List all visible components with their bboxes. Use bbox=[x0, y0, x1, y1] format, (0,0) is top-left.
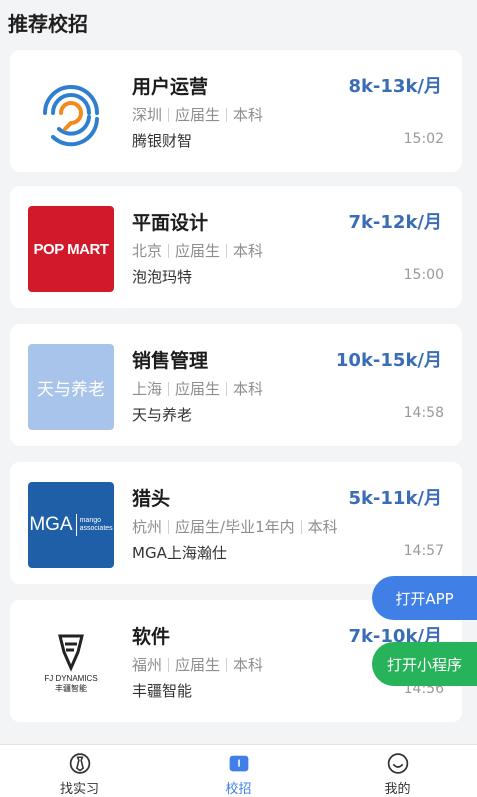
job-education: 本科 bbox=[307, 518, 338, 536]
job-education: 本科 bbox=[233, 242, 264, 260]
job-city: 北京 bbox=[132, 242, 163, 260]
bottom-tab-bar: 找实习 校招 我的 bbox=[0, 744, 477, 797]
job-title: 用户运营 bbox=[132, 76, 209, 98]
job-meta: 杭州 应届生/毕业1年内 本科 bbox=[132, 516, 338, 537]
job-salary: 10k-15k/月 bbox=[335, 350, 442, 371]
company-name: 天与养老 bbox=[132, 406, 193, 424]
job-city: 深圳 bbox=[132, 106, 163, 124]
meta-divider bbox=[226, 381, 228, 396]
company-name: 泡泡玛特 bbox=[132, 268, 193, 286]
popmart-logo: POP MART bbox=[28, 206, 114, 292]
meta-divider bbox=[226, 243, 228, 258]
company-name: 腾银财智 bbox=[132, 132, 193, 150]
meta-divider bbox=[300, 519, 302, 534]
logo-text: 天与养老 bbox=[37, 379, 105, 400]
job-degree-req: 应届生 bbox=[175, 106, 221, 124]
fj-emblem-icon bbox=[58, 634, 84, 672]
tab-campus[interactable]: 校招 bbox=[159, 745, 318, 797]
job-city: 杭州 bbox=[132, 518, 163, 536]
logo-subtext: mango associates bbox=[80, 517, 113, 533]
job-card[interactable]: 天与养老 销售管理 10k-15k/月 上海 应届生 本科 天与养老 14:58 bbox=[10, 324, 462, 446]
logo-divider bbox=[75, 514, 77, 536]
job-degree-req: 应届生/毕业1年内 bbox=[175, 518, 295, 536]
logo-text: FJ DYNAMICS bbox=[44, 674, 98, 683]
meta-divider bbox=[168, 381, 170, 396]
tab-internship[interactable]: 找实习 bbox=[0, 745, 159, 797]
job-meta: 上海 应届生 本科 bbox=[132, 378, 263, 399]
job-education: 本科 bbox=[233, 380, 264, 398]
open-mini-program-button[interactable]: 打开小程序 bbox=[372, 642, 477, 686]
logo-text: MGA bbox=[29, 514, 73, 535]
page-title: 推荐校招 bbox=[8, 12, 88, 36]
face-icon bbox=[387, 753, 408, 774]
post-time: 14:57 bbox=[403, 543, 444, 559]
meta-divider bbox=[226, 107, 228, 122]
meta-divider bbox=[226, 657, 228, 672]
job-title: 平面设计 bbox=[132, 212, 209, 234]
job-education: 本科 bbox=[233, 656, 264, 674]
job-meta: 深圳 应届生 本科 bbox=[132, 104, 263, 125]
job-city: 上海 bbox=[132, 380, 163, 398]
meta-divider bbox=[168, 107, 170, 122]
job-city: 福州 bbox=[132, 656, 163, 674]
job-card[interactable]: 用户运营 8k-13k/月 深圳 应届生 本科 腾银财智 15:02 bbox=[10, 50, 462, 172]
tab-label: 校招 bbox=[225, 782, 252, 797]
job-title: 软件 bbox=[132, 626, 171, 648]
logo-text: POP MART bbox=[33, 240, 109, 258]
mga-logo: MGA mango associates bbox=[28, 482, 114, 568]
tab-label: 找实习 bbox=[59, 782, 99, 797]
book-icon bbox=[229, 755, 248, 772]
job-degree-req: 应届生 bbox=[175, 380, 221, 398]
tengyin-logo bbox=[28, 70, 114, 156]
header: 推荐校招 bbox=[0, 0, 477, 44]
job-degree-req: 应届生 bbox=[175, 656, 221, 674]
job-degree-req: 应届生 bbox=[175, 242, 221, 260]
job-salary: 5k-11k/月 bbox=[348, 488, 442, 509]
logo-sub-line: mango bbox=[79, 517, 101, 524]
logo-sub-line: associates bbox=[79, 525, 113, 532]
job-education: 本科 bbox=[233, 106, 264, 124]
tab-mine[interactable]: 我的 bbox=[318, 745, 477, 797]
meta-divider bbox=[168, 657, 170, 672]
open-app-button[interactable]: 打开APP bbox=[372, 576, 477, 620]
tie-icon bbox=[69, 753, 90, 774]
job-salary: 7k-12k/月 bbox=[348, 212, 442, 233]
company-name: MGA上海瀚仕 bbox=[132, 544, 227, 562]
job-meta: 福州 应届生 本科 bbox=[132, 654, 263, 675]
logo-subtext: 丰疆智能 bbox=[55, 684, 87, 693]
company-name: 丰疆智能 bbox=[132, 682, 193, 700]
job-salary: 8k-13k/月 bbox=[348, 76, 442, 97]
post-time: 15:00 bbox=[403, 267, 444, 283]
tab-label: 我的 bbox=[384, 782, 411, 797]
post-time: 14:58 bbox=[403, 405, 444, 421]
meta-divider bbox=[168, 243, 170, 258]
job-meta: 北京 应届生 本科 bbox=[132, 240, 263, 261]
fj-dynamics-logo: FJ DYNAMICS 丰疆智能 bbox=[28, 620, 114, 706]
job-title: 猎头 bbox=[132, 488, 171, 510]
meta-divider bbox=[168, 519, 170, 534]
job-title: 销售管理 bbox=[132, 350, 209, 372]
job-card[interactable]: POP MART 平面设计 7k-12k/月 北京 应届生 本科 泡泡玛特 15… bbox=[10, 186, 462, 308]
tianyu-logo: 天与养老 bbox=[28, 344, 114, 430]
job-card[interactable]: MGA mango associates 猎头 5k-11k/月 杭州 应届生/… bbox=[10, 462, 462, 584]
post-time: 15:02 bbox=[403, 131, 444, 147]
